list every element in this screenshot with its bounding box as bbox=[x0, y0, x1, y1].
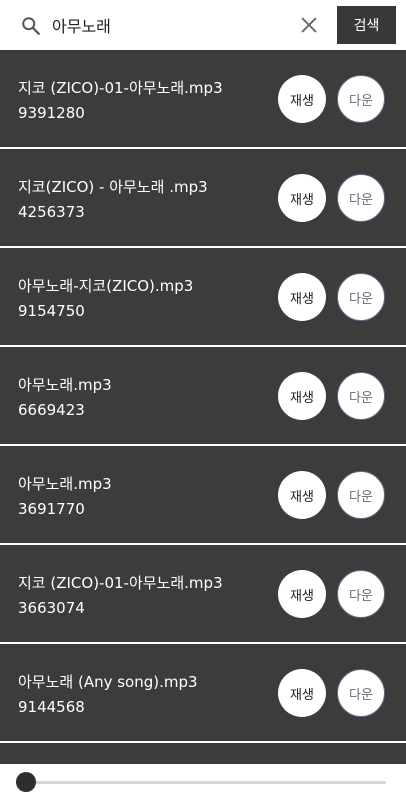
download-button[interactable]: 다운 bbox=[337, 75, 385, 123]
file-size: 3663074 bbox=[18, 599, 85, 617]
file-size: 4256373 bbox=[18, 203, 85, 221]
play-button[interactable]: 재생 bbox=[278, 471, 326, 519]
play-button[interactable]: 재생 bbox=[278, 273, 326, 321]
song-title: 지코 (ZICO)-01-아무노래.mp3 bbox=[18, 79, 223, 97]
seek-slider-thumb[interactable] bbox=[16, 772, 36, 792]
seek-slider-track[interactable] bbox=[22, 781, 386, 784]
download-button[interactable]: 다운 bbox=[337, 570, 385, 618]
download-button[interactable]: 다운 bbox=[337, 372, 385, 420]
song-title: 아무노래.mp3 bbox=[18, 376, 112, 394]
song-title: 아무노래-지코(ZICO).mp3 bbox=[18, 277, 194, 295]
list-item: 아무노래.mp3 3691770 재생 다운 bbox=[0, 446, 406, 543]
search-icon bbox=[22, 17, 40, 35]
download-button[interactable]: 다운 bbox=[337, 273, 385, 321]
download-button[interactable]: 다운 bbox=[337, 669, 385, 717]
search-bar: 검색 bbox=[0, 0, 406, 50]
play-button[interactable]: 재생 bbox=[278, 174, 326, 222]
player-bar bbox=[0, 764, 406, 800]
song-title: 아무노래.mp3 bbox=[18, 475, 112, 493]
file-size: 6669423 bbox=[18, 401, 85, 419]
song-title: 지코(ZICO) - 아무노래 .mp3 bbox=[18, 178, 208, 196]
download-button[interactable]: 다운 bbox=[337, 471, 385, 519]
search-button[interactable]: 검색 bbox=[337, 6, 396, 44]
song-title: 지코 (ZICO)-01-아무노래.mp3 bbox=[18, 574, 223, 592]
play-button[interactable]: 재생 bbox=[278, 570, 326, 618]
list-item: 아무노래 (Any song).mp3 9144568 재생 다운 bbox=[0, 644, 406, 741]
list-item: 지코(ZICO) - 아무노래 .mp3 4256373 재생 다운 bbox=[0, 149, 406, 246]
file-size: 9391280 bbox=[18, 104, 85, 122]
play-button[interactable]: 재생 bbox=[278, 75, 326, 123]
file-size: 9144568 bbox=[18, 698, 85, 716]
list-item: 아무노래-지코(ZICO).mp3 9154750 재생 다운 bbox=[0, 248, 406, 345]
list-item: 지코 (ZICO)-01-아무노래.mp3 9391280 재생 다운 bbox=[0, 50, 406, 147]
file-size: 3691770 bbox=[18, 500, 85, 518]
list-item: 지코 (ZICO)-01-아무노래.mp3 3663074 재생 다운 bbox=[0, 545, 406, 642]
results-list: 지코 (ZICO)-01-아무노래.mp3 9391280 재생 다운 지코(Z… bbox=[0, 50, 406, 764]
search-input[interactable] bbox=[52, 9, 288, 41]
list-item: 아무노래.mp3 6669423 재생 다운 bbox=[0, 347, 406, 444]
close-icon[interactable] bbox=[298, 14, 320, 36]
download-button[interactable]: 다운 bbox=[337, 174, 385, 222]
play-button[interactable]: 재생 bbox=[278, 372, 326, 420]
song-title: 아무노래 (Any song).mp3 bbox=[18, 673, 198, 691]
file-size: 9154750 bbox=[18, 302, 85, 320]
list-item-partial bbox=[0, 743, 406, 764]
play-button[interactable]: 재생 bbox=[278, 669, 326, 717]
